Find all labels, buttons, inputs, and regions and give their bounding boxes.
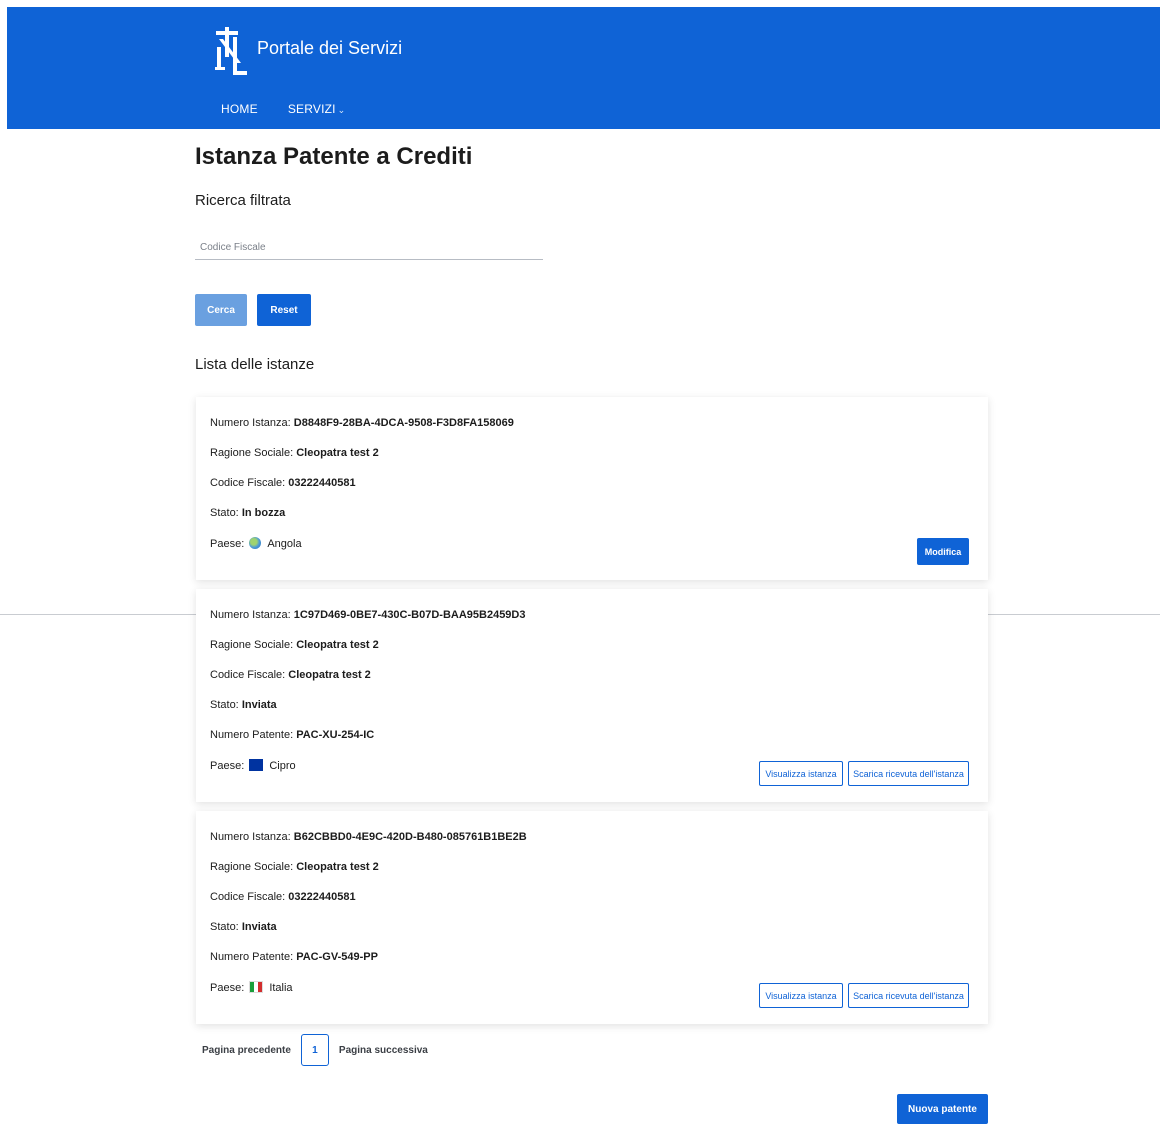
nav-servizi-label: SERVIZI — [287, 102, 336, 116]
label: Ragione Sociale: — [210, 639, 294, 651]
scarica-ricevuta-button[interactable]: Scarica ricevuta dell'istanza — [848, 761, 969, 786]
stato-value: Inviata — [241, 921, 277, 933]
reset-button[interactable]: Reset — [257, 294, 311, 326]
stato-row: Stato: In bozza — [210, 507, 285, 519]
ragione-sociale-value: Cleopatra test 2 — [296, 447, 379, 459]
label: Numero Istanza: — [210, 417, 291, 429]
nav-servizi[interactable]: SERVIZI ⌄ — [288, 102, 346, 116]
label: Stato: — [210, 699, 239, 711]
brand[interactable]: Portale dei Servizi — [213, 25, 402, 77]
stato-value: Inviata — [241, 699, 277, 711]
globe-icon — [249, 537, 262, 549]
label: Numero Istanza: — [210, 831, 291, 843]
paese-value: Angola — [267, 538, 302, 550]
label: Numero Istanza: — [210, 609, 291, 621]
instance-number-row: Numero Istanza: 1C97D469-0BE7-430C-B07D-… — [210, 609, 526, 621]
label: Ragione Sociale: — [210, 861, 294, 873]
paese-row: Paese: Cipro — [210, 759, 296, 772]
paese-row: Paese: Angola — [210, 537, 302, 550]
page-title: Istanza Patente a Crediti — [195, 143, 473, 170]
eu-flag-icon — [249, 759, 264, 771]
visualizza-istanza-button[interactable]: Visualizza istanza — [759, 983, 843, 1008]
instance-number-value: B62CBBD0-4E9C-420D-B480-085761B1BE2B — [293, 831, 527, 843]
ragione-sociale-row: Ragione Sociale: Cleopatra test 2 — [210, 861, 379, 873]
next-page-link[interactable]: Pagina successiva — [339, 1045, 428, 1056]
label: Numero Patente: — [210, 729, 294, 741]
ragione-sociale-row: Ragione Sociale: Cleopatra test 2 — [210, 639, 379, 651]
scarica-ricevuta-button[interactable]: Scarica ricevuta dell'istanza — [848, 983, 969, 1008]
label: Codice Fiscale: — [210, 891, 286, 903]
portal-title: Portale dei Servizi — [257, 37, 403, 58]
label: Numero Patente: — [210, 951, 294, 963]
site-header: Portale dei Servizi HOME SERVIZI ⌄ — [7, 7, 1160, 129]
codice-fiscale-value: 03222440581 — [288, 477, 356, 489]
label: Stato: — [210, 921, 239, 933]
pagination: Pagina precedente 1 Pagina successiva — [202, 1033, 428, 1067]
numero-patente-row: Numero Patente: PAC-GV-549-PP — [210, 951, 378, 963]
ragione-sociale-value: Cleopatra test 2 — [296, 639, 379, 651]
numero-patente-row: Numero Patente: PAC-XU-254-IC — [210, 729, 374, 741]
label: Ragione Sociale: — [210, 447, 294, 459]
inl-logo-icon — [215, 27, 247, 75]
codice-fiscale-input[interactable] — [195, 236, 543, 260]
cerca-button[interactable]: Cerca — [195, 294, 247, 326]
paese-value: Cipro — [269, 760, 296, 772]
ragione-sociale-row: Ragione Sociale: Cleopatra test 2 — [210, 447, 379, 459]
main-nav: HOME SERVIZI ⌄ — [221, 102, 345, 116]
codice-fiscale-value: 03222440581 — [288, 891, 356, 903]
label: Paese: — [210, 538, 245, 550]
nuova-patente-button[interactable]: Nuova patente — [897, 1094, 988, 1124]
modifica-button[interactable]: Modifica — [917, 538, 969, 565]
stato-row: Stato: Inviata — [210, 699, 277, 711]
page-number-current[interactable]: 1 — [300, 1034, 329, 1066]
label: Stato: — [210, 507, 239, 519]
codice-fiscale-value: Cleopatra test 2 — [288, 669, 371, 681]
instance-card: Numero Istanza: B62CBBD0-4E9C-420D-B480-… — [196, 811, 988, 1024]
codice-fiscale-row: Codice Fiscale: 03222440581 — [210, 891, 356, 903]
italy-flag-icon — [249, 981, 264, 993]
label: Codice Fiscale: — [210, 669, 286, 681]
numero-patente-value: PAC-GV-549-PP — [296, 951, 378, 963]
codice-fiscale-row: Codice Fiscale: 03222440581 — [210, 477, 356, 489]
list-section-title: Lista delle istanze — [195, 356, 315, 373]
filter-section-title: Ricerca filtrata — [195, 192, 291, 209]
chevron-down-icon: ⌄ — [337, 105, 346, 115]
label: Paese: — [210, 760, 245, 772]
label: Codice Fiscale: — [210, 477, 286, 489]
stato-row: Stato: Inviata — [210, 921, 277, 933]
paese-row: Paese: Italia — [210, 981, 293, 994]
instance-card: Numero Istanza: D8848F9-28BA-4DCA-9508-F… — [196, 397, 988, 580]
ragione-sociale-value: Cleopatra test 2 — [296, 861, 379, 873]
paese-value: Italia — [269, 982, 293, 994]
instance-card: Numero Istanza: 1C97D469-0BE7-430C-B07D-… — [196, 589, 988, 802]
codice-fiscale-row: Codice Fiscale: Cleopatra test 2 — [210, 669, 371, 681]
instance-number-row: Numero Istanza: B62CBBD0-4E9C-420D-B480-… — [210, 831, 527, 843]
instance-number-row: Numero Istanza: D8848F9-28BA-4DCA-9508-F… — [210, 417, 514, 429]
nav-home[interactable]: HOME — [221, 102, 258, 116]
visualizza-istanza-button[interactable]: Visualizza istanza — [759, 761, 843, 786]
label: Paese: — [210, 982, 245, 994]
prev-page-link[interactable]: Pagina precedente — [202, 1045, 291, 1056]
instance-number-value: D8848F9-28BA-4DCA-9508-F3D8FA158069 — [293, 417, 514, 429]
instance-number-value: 1C97D469-0BE7-430C-B07D-BAA95B2459D3 — [293, 609, 526, 621]
numero-patente-value: PAC-XU-254-IC — [296, 729, 375, 741]
stato-value: In bozza — [241, 507, 286, 519]
